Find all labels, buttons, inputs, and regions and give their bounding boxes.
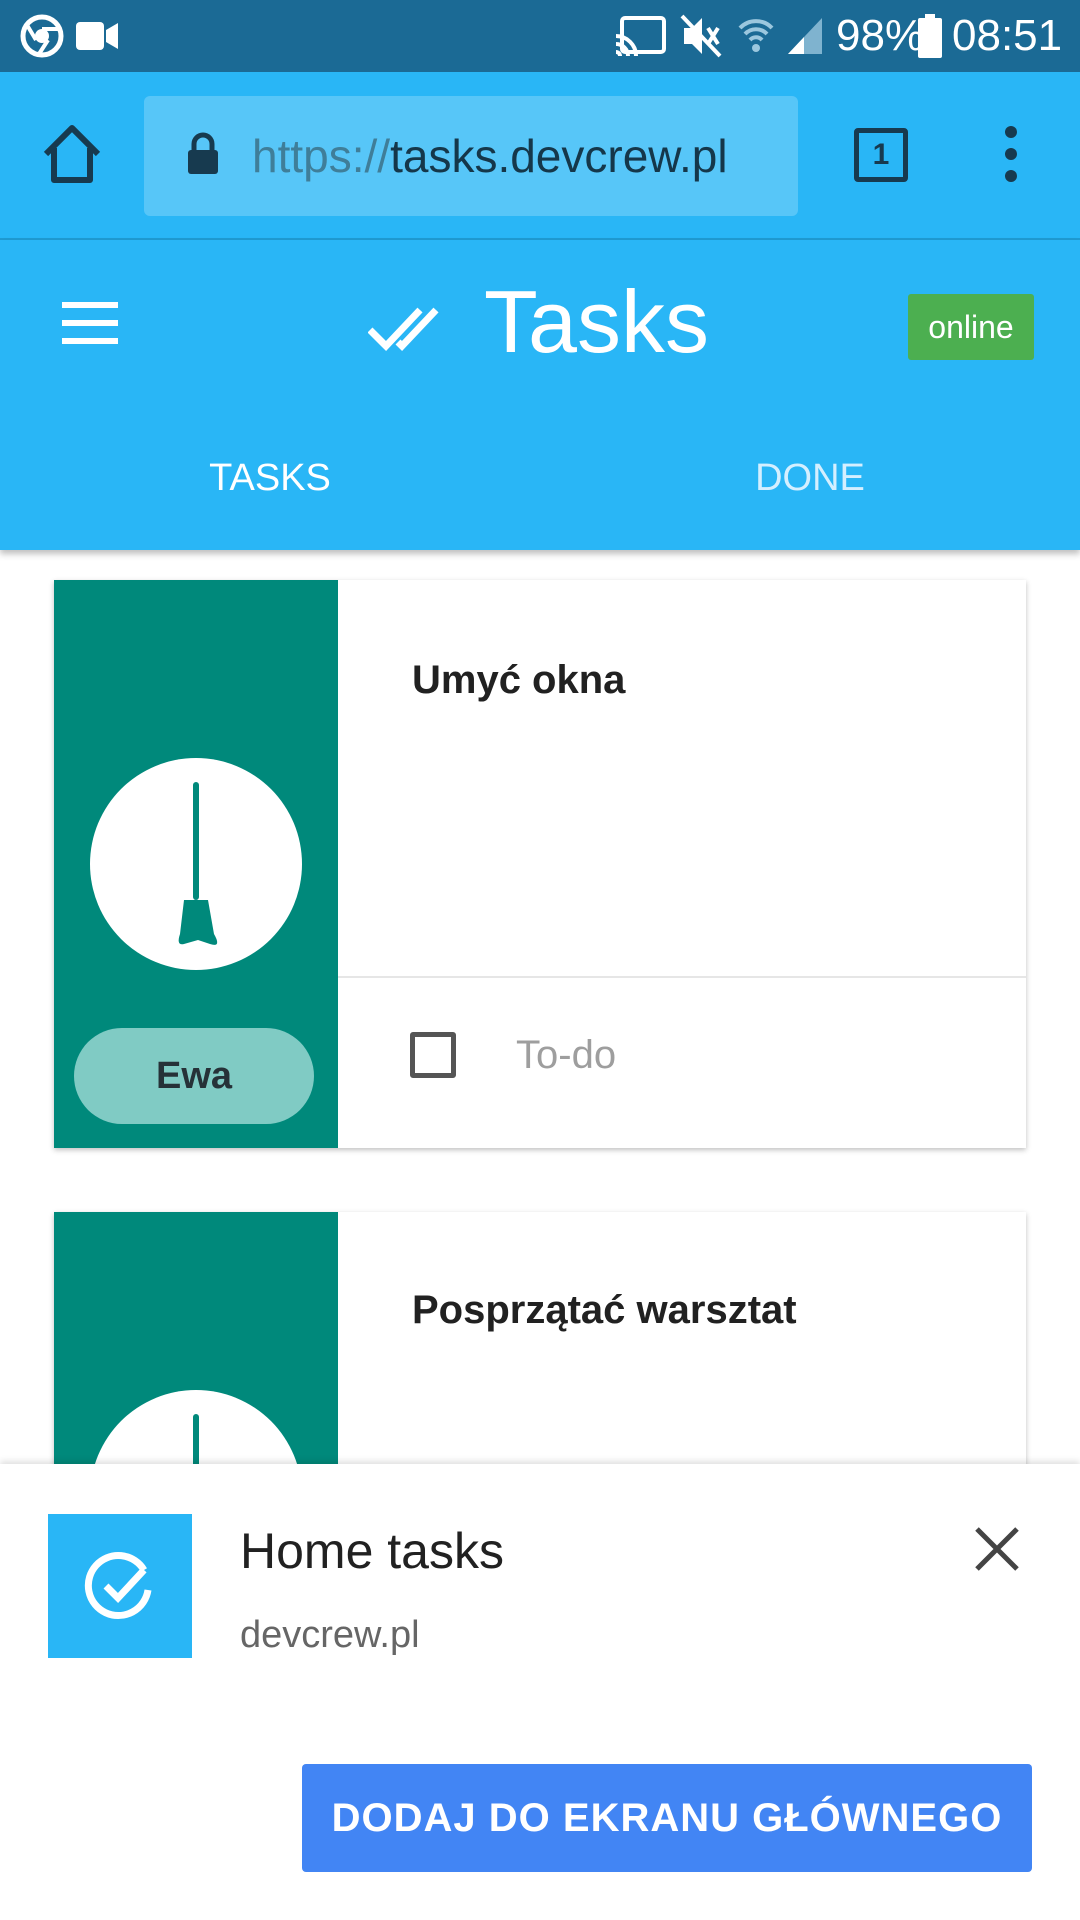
- home-icon[interactable]: [40, 122, 104, 186]
- battery-icon: [918, 14, 942, 58]
- signal-icon: [788, 18, 822, 54]
- clock: 08:51: [952, 11, 1063, 60]
- status-bar: 98% 08:51: [0, 0, 1080, 72]
- double-check-icon: [368, 307, 439, 352]
- video-camera-icon: [76, 22, 118, 50]
- close-icon[interactable]: [974, 1526, 1020, 1572]
- task-done-checkbox[interactable]: [410, 1032, 456, 1078]
- cast-icon: [616, 16, 666, 56]
- app-icon: [48, 1514, 192, 1658]
- task-status-label: To-do: [516, 1033, 617, 1077]
- task-category-avatar: [90, 758, 302, 970]
- task-card[interactable]: Ewa Umyć okna To-do: [54, 580, 1026, 1148]
- tab-switcher-button[interactable]: 1: [854, 128, 908, 182]
- browser-toolbar: https://tasks.devcrew.pl 1: [0, 72, 1080, 240]
- chrome-icon: [20, 14, 64, 58]
- card-divider: [338, 976, 1026, 978]
- banner-domain: devcrew.pl: [240, 1614, 420, 1656]
- owner-chip[interactable]: Ewa: [74, 1028, 314, 1124]
- tab-tasks[interactable]: TASKS: [0, 426, 540, 530]
- mute-icon: [680, 14, 722, 58]
- hamburger-menu-icon[interactable]: [62, 302, 118, 344]
- tab-done[interactable]: DONE: [540, 426, 1080, 530]
- app-title: Tasks: [484, 272, 709, 371]
- url-host: tasks.devcrew.pl: [390, 130, 728, 182]
- task-card-owner-panel: Ewa: [54, 580, 338, 1148]
- broom-icon: [178, 782, 218, 945]
- app-header: Tasks online TASKS DONE: [0, 240, 1080, 550]
- status-badge: online: [908, 294, 1034, 360]
- task-title: Posprzątać warsztat: [412, 1288, 797, 1332]
- url-text: https://tasks.devcrew.pl: [252, 96, 728, 216]
- more-options-icon[interactable]: [996, 124, 1026, 184]
- wifi-icon: [738, 19, 774, 52]
- url-bar[interactable]: https://tasks.devcrew.pl: [144, 96, 798, 216]
- battery-percent: 98%: [836, 11, 925, 60]
- url-scheme: https://: [252, 130, 391, 182]
- lock-icon: [188, 132, 218, 174]
- install-banner: Home tasks devcrew.pl DODAJ DO EKRANU GŁ…: [0, 1464, 1080, 1920]
- check-circle-icon: [84, 1552, 152, 1619]
- task-title: Umyć okna: [412, 658, 626, 702]
- banner-app-name: Home tasks: [240, 1523, 504, 1579]
- add-to-home-screen-button[interactable]: DODAJ DO EKRANU GŁÓWNEGO: [302, 1764, 1032, 1872]
